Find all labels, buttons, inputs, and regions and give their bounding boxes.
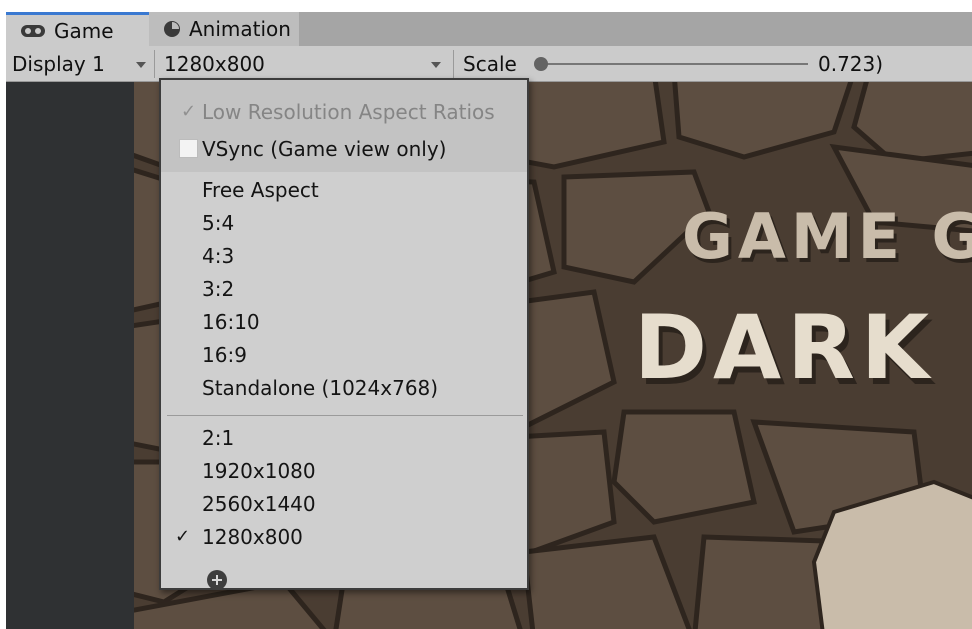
menu-item-label: 16:10	[202, 309, 260, 334]
resolution-dropdown-label: 1280x800	[164, 52, 265, 76]
tab-game[interactable]: Game	[6, 12, 149, 46]
menu-item-label: 5:4	[202, 210, 235, 235]
display-dropdown-label: Display 1	[12, 52, 105, 76]
menu-divider	[167, 415, 523, 416]
chevron-down-icon	[136, 62, 146, 68]
game-title-line-2: DARK	[634, 296, 936, 399]
menu-item-label: 1920x1080	[202, 458, 316, 483]
menu-item-label: Free Aspect	[202, 177, 319, 202]
toolbar-divider	[453, 50, 454, 78]
resolution-dropdown[interactable]: 1280x800	[158, 46, 452, 82]
menu-item-5-4[interactable]: 5:4	[161, 206, 527, 239]
menu-item-1280x800[interactable]: ✓ 1280x800	[161, 520, 527, 553]
menu-item-3-2[interactable]: 3:2	[161, 272, 527, 305]
toolbar-divider	[154, 50, 155, 78]
checkmark-icon: ✓	[181, 101, 197, 122]
menu-item-4-3[interactable]: 4:3	[161, 239, 527, 272]
menu-item-label: 16:9	[202, 342, 247, 367]
low-resolution-label: Low Resolution Aspect Ratios	[202, 99, 495, 124]
menu-item-16-10[interactable]: 16:10	[161, 305, 527, 338]
scale-value: 0.723)	[818, 52, 884, 76]
animation-clock-icon	[164, 21, 180, 37]
menu-item-label: 1280x800	[202, 524, 303, 549]
vsync-label: VSync (Game view only)	[202, 136, 447, 161]
display-dropdown[interactable]: Display 1	[6, 46, 154, 82]
menu-item-standalone[interactable]: Standalone (1024x768)	[161, 371, 527, 404]
menu-item-label: 3:2	[202, 276, 235, 301]
chevron-down-icon	[431, 62, 441, 68]
menu-item-label: 2560x1440	[202, 491, 316, 516]
menu-item-1920x1080[interactable]: 1920x1080	[161, 454, 527, 487]
vsync-checkbox[interactable]	[179, 139, 198, 158]
vsync-toggle[interactable]: VSync (Game view only)	[161, 132, 527, 165]
menu-item-16-9[interactable]: 16:9	[161, 338, 527, 371]
unity-editor-window: Game Animation Display 1 1280x800 Scale …	[6, 12, 972, 629]
game-title-line-1: GAME G	[682, 200, 972, 273]
tab-game-label: Game	[54, 18, 114, 43]
menu-item-label: 2:1	[202, 425, 235, 450]
selected-checkmark-icon: ✓	[175, 526, 191, 547]
scale-slider-track[interactable]	[540, 63, 808, 65]
menu-item-label: 4:3	[202, 243, 235, 268]
menu-item-2-1[interactable]: 2:1	[161, 421, 527, 454]
menu-item-free-aspect[interactable]: Free Aspect	[161, 173, 527, 206]
letterbox-bar	[6, 82, 134, 629]
resolution-menu: ✓ Low Resolution Aspect Ratios VSync (Ga…	[159, 78, 529, 590]
tab-animation-label: Animation	[189, 17, 291, 41]
menu-item-2560x1440[interactable]: 2560x1440	[161, 487, 527, 520]
add-resolution-plus-icon[interactable]	[207, 570, 227, 590]
tab-bar: Game Animation	[6, 12, 972, 46]
gamepad-icon	[21, 24, 45, 37]
tab-animation[interactable]: Animation	[149, 12, 299, 46]
menu-item-label: Standalone (1024x768)	[202, 375, 439, 400]
scale-label: Scale	[463, 52, 517, 76]
scale-slider-handle[interactable]	[534, 57, 548, 71]
low-resolution-toggle: ✓ Low Resolution Aspect Ratios	[161, 95, 527, 128]
game-view-toolbar: Display 1 1280x800 Scale 0.723)	[6, 46, 972, 82]
